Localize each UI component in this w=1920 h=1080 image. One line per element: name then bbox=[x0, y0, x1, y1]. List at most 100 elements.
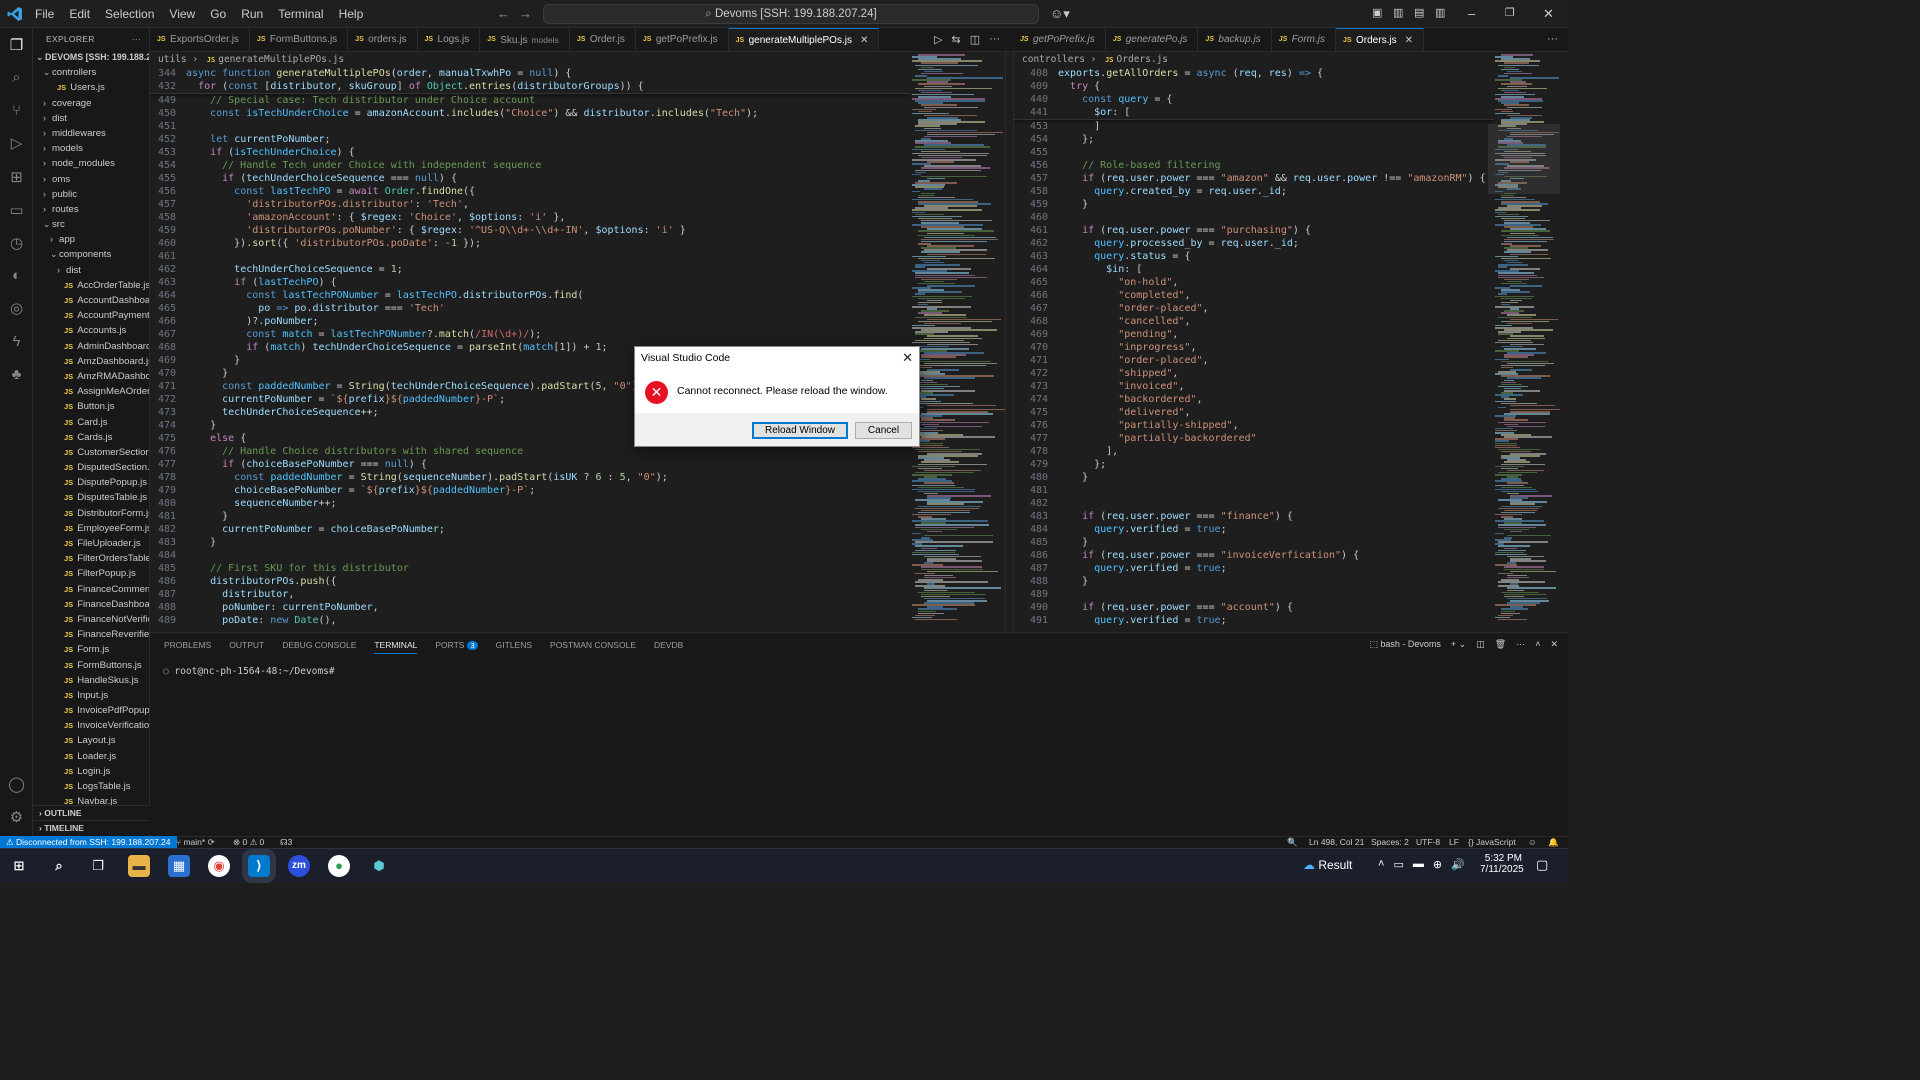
windows-start-icon[interactable]: ⊞ bbox=[8, 855, 30, 877]
folder-item[interactable]: › dist bbox=[33, 263, 149, 278]
file-item[interactable]: JS Card.js bbox=[33, 415, 149, 430]
monitor-icon[interactable]: ▭ bbox=[1393, 858, 1403, 871]
folder-item[interactable]: ⌄components bbox=[33, 247, 149, 262]
menu-item-view[interactable]: View bbox=[169, 7, 195, 21]
file-item[interactable]: JS LogsTable.js bbox=[33, 779, 149, 794]
minimap-left[interactable] bbox=[910, 52, 1005, 632]
run-debug-icon[interactable]: ▷ bbox=[7, 134, 26, 153]
menu-item-help[interactable]: Help bbox=[339, 7, 364, 21]
outline-section[interactable]: › OUTLINE bbox=[33, 805, 150, 820]
notification-center-icon[interactable]: ▢ bbox=[1536, 857, 1548, 873]
folder-item[interactable]: › routes bbox=[33, 202, 149, 217]
close-panel-icon[interactable]: ✕ bbox=[1550, 639, 1558, 650]
file-item[interactable]: JSAmzRMADashboar... bbox=[33, 369, 149, 384]
weather-widget[interactable]: ☁ Result bbox=[1303, 858, 1352, 872]
folder-item[interactable]: ⌄src bbox=[33, 217, 149, 232]
settings-gear-icon[interactable]: ⚙ bbox=[7, 808, 26, 827]
file-item[interactable]: JSFinanceComments.js bbox=[33, 582, 149, 597]
folder-item[interactable]: › dist bbox=[33, 111, 149, 126]
battery-icon[interactable]: ▬ bbox=[1413, 858, 1424, 871]
scrollbar-left[interactable] bbox=[1005, 52, 1013, 632]
file-item[interactable]: JS DistributorForm.js bbox=[33, 506, 149, 521]
timeline-icon[interactable]: ◷ bbox=[7, 234, 26, 253]
vscode-taskbar-icon[interactable]: ⟩ bbox=[248, 855, 270, 877]
file-item[interactable]: JS FileUploader.js bbox=[33, 536, 149, 551]
editor-tab[interactable]: JS getPoPrefix.js bbox=[636, 28, 729, 51]
folder-item[interactable]: › node_modules bbox=[33, 156, 149, 171]
close-window-icon[interactable]: ✕ bbox=[1543, 6, 1554, 22]
folder-item[interactable]: › coverage bbox=[33, 96, 149, 111]
copilot-icon[interactable]: ☺▾ bbox=[1050, 6, 1070, 22]
more-actions-icon[interactable]: ··· bbox=[132, 28, 141, 50]
file-item[interactable]: JSFinanceDashboard.js bbox=[33, 597, 149, 612]
explorer-icon[interactable]: ❐ bbox=[7, 36, 26, 55]
folder-item[interactable]: › middlewares bbox=[33, 126, 149, 141]
close-tab-icon[interactable]: ✕ bbox=[1405, 35, 1413, 46]
menu-item-terminal[interactable]: Terminal bbox=[278, 7, 323, 21]
editor-left[interactable]: utils › JS generateMultiplePOs.js 344 asyn… bbox=[150, 52, 910, 632]
dialog-close-icon[interactable]: ✕ bbox=[902, 350, 913, 366]
file-item[interactable]: JS HandleSkus.js bbox=[33, 673, 149, 688]
file-item[interactable]: JS FilterPopup.js bbox=[33, 566, 149, 581]
file-item[interactable]: JSCustomerSection.js bbox=[33, 445, 149, 460]
workspace-root[interactable]: ⌄DEVOMS [SSH: 199.188.20... bbox=[33, 50, 149, 65]
toggle-primary-sidebar-icon[interactable]: ▥ bbox=[1393, 6, 1403, 19]
file-item[interactable]: JSAssignMeAOrder.js bbox=[33, 384, 149, 399]
timeline-section[interactable]: › TIMELINE bbox=[33, 820, 150, 835]
language-mode[interactable]: {} JavaScript bbox=[1468, 837, 1516, 847]
notifications-bell-icon[interactable]: 🔔 bbox=[1548, 837, 1559, 848]
file-item[interactable]: JSFinanceReverified... bbox=[33, 627, 149, 642]
folder-item[interactable]: ⌄controllers bbox=[33, 65, 149, 80]
remote-explorer-icon[interactable]: ▭ bbox=[7, 201, 26, 220]
file-item[interactable]: JS Accounts.js bbox=[33, 323, 149, 338]
file-item[interactable]: JS Input.js bbox=[33, 688, 149, 703]
split-editor-icon[interactable]: ◫ bbox=[970, 33, 980, 46]
file-item[interactable]: JS DisputesTable.js bbox=[33, 490, 149, 505]
menu-item-run[interactable]: Run bbox=[241, 7, 263, 21]
folder-item[interactable]: › app bbox=[33, 232, 149, 247]
panel-tab-problems[interactable]: PROBLEMS bbox=[164, 640, 211, 654]
file-item[interactable]: JS Cards.js bbox=[33, 430, 149, 445]
editor-tab[interactable]: JS Sku.js models bbox=[480, 28, 570, 51]
panel-tab-output[interactable]: OUTPUT bbox=[229, 640, 264, 654]
indentation[interactable]: Spaces: 2 bbox=[1371, 837, 1409, 847]
file-item[interactable]: JS AmzDashboard.js bbox=[33, 354, 149, 369]
file-item[interactable]: JS DisputePopup.js bbox=[33, 475, 149, 490]
breadcrumb-item[interactable]: utils bbox=[158, 54, 187, 65]
file-item[interactable]: JSAccountPaymentP... bbox=[33, 308, 149, 323]
breadcrumb-item[interactable]: controllers bbox=[1022, 54, 1085, 65]
file-item[interactable]: JS Layout.js bbox=[33, 733, 149, 748]
file-item[interactable]: JS Users.js bbox=[33, 80, 149, 95]
branch-indicator[interactable]: ⑂ main* ⟳ bbox=[176, 837, 215, 848]
customize-layout-icon[interactable]: ▣ bbox=[1372, 6, 1382, 19]
app-icon[interactable]: ⬢ bbox=[368, 855, 390, 877]
menu-item-go[interactable]: Go bbox=[210, 7, 226, 21]
breadcrumb-item[interactable]: generateMultiplePOs.js bbox=[218, 54, 344, 65]
split-terminal-icon[interactable]: ◫ bbox=[1476, 639, 1485, 650]
zoom-icon[interactable]: 🔍 bbox=[1287, 837, 1298, 848]
file-item[interactable]: JSAccountDashboar... bbox=[33, 293, 149, 308]
command-center[interactable]: ⌕ Devoms [SSH: 199.188.207.24] bbox=[543, 4, 1039, 24]
problems-indicator[interactable]: ⊗ 0 ⚠ 0 bbox=[233, 837, 264, 848]
copilot-status-icon[interactable]: ☺ bbox=[1528, 837, 1537, 847]
file-item[interactable]: JS EmployeeForm.js bbox=[33, 521, 149, 536]
search-icon[interactable]: ⌕ bbox=[48, 855, 70, 877]
file-item[interactable]: JS DisputedSection.js bbox=[33, 460, 149, 475]
folder-item[interactable]: › public bbox=[33, 187, 149, 202]
editor-right[interactable]: controllers › JS Orders.js 408 exports.get… bbox=[1013, 52, 1493, 632]
file-item[interactable]: JS Form.js bbox=[33, 642, 149, 657]
file-item[interactable]: JS Button.js bbox=[33, 399, 149, 414]
folder-item[interactable]: › oms bbox=[33, 172, 149, 187]
source-control-icon[interactable]: ⑂ bbox=[7, 101, 26, 120]
folder-item[interactable]: › models bbox=[33, 141, 149, 156]
terminal-prompt[interactable]: ○ root@nc-ph-1564-48:~/Devoms# bbox=[163, 666, 335, 677]
extensions-icon[interactable]: ⊞ bbox=[7, 168, 26, 187]
terminal-selector[interactable]: ⬚ bash - Devoms bbox=[1369, 639, 1441, 650]
editor-tab[interactable]: JS orders.js bbox=[348, 28, 418, 51]
chevron-up-icon[interactable]: ˄ bbox=[1378, 858, 1384, 871]
speaker-icon[interactable]: 🔊 bbox=[1451, 858, 1465, 871]
maximize-panel-icon[interactable]: ˄ bbox=[1535, 639, 1540, 650]
search-view-icon[interactable]: ⌕ bbox=[7, 68, 26, 87]
cancel-button[interactable]: Cancel bbox=[855, 422, 912, 439]
editor-tab[interactable]: JS Order.js bbox=[570, 28, 636, 51]
